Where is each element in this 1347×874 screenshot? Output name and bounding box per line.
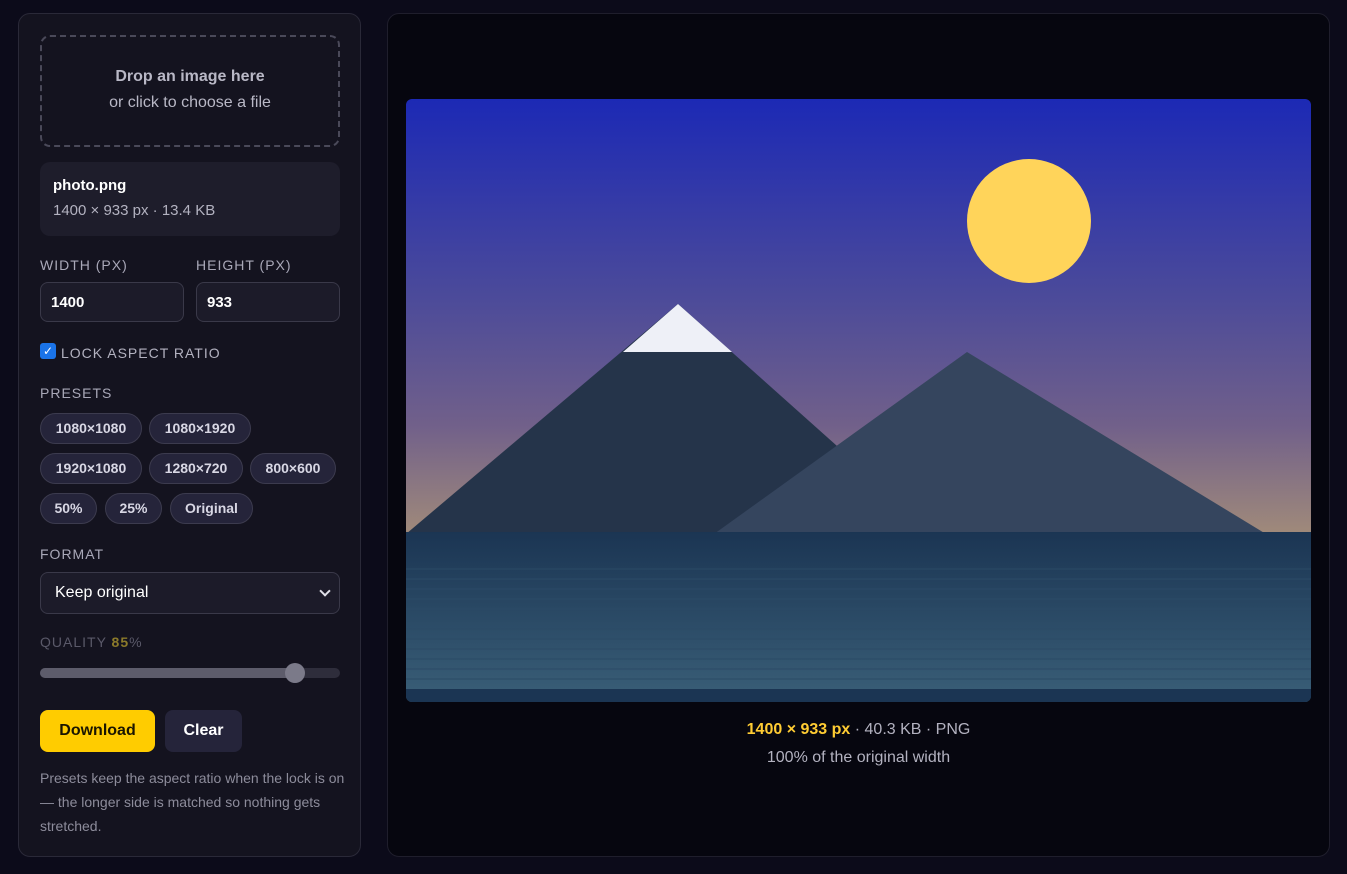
preview-image <box>406 99 1311 702</box>
file-meta: 1400 × 933 px · 13.4 KB <box>53 202 216 219</box>
lock-aspect-row[interactable]: ✓ LOCK ASPECT RATIO <box>40 341 221 361</box>
preset-1920x1080[interactable]: 1920×1080 <box>40 453 142 484</box>
preview-image-illustration <box>406 99 1311 702</box>
preset-original[interactable]: Original <box>170 493 253 524</box>
controls-panel: Drop an image here or click to choose a … <box>18 13 361 857</box>
quality-slider-fill <box>40 668 295 678</box>
quality-unit: % <box>129 634 143 650</box>
file-name: photo.png <box>53 177 127 194</box>
quality-value: 85 <box>111 634 130 650</box>
presets-label: PRESETS <box>40 385 113 401</box>
width-input[interactable] <box>40 282 184 322</box>
lock-aspect-label: LOCK ASPECT RATIO <box>61 345 221 361</box>
dropzone-title: Drop an image here <box>115 68 265 85</box>
lock-aspect-checkbox[interactable]: ✓ <box>40 343 56 359</box>
preset-25-percent[interactable]: 25% <box>105 493 162 524</box>
preset-800x600[interactable]: 800×600 <box>250 453 336 484</box>
file-info-card: photo.png 1400 × 933 px · 13.4 KB <box>40 162 340 236</box>
quality-label-text: QUALITY <box>40 634 107 650</box>
clear-button[interactable]: Clear <box>165 710 242 752</box>
height-input[interactable] <box>196 282 340 322</box>
format-selected-value: Keep original <box>55 584 149 601</box>
output-stats: 1400 × 933 px · 40.3 KB · PNG <box>388 721 1329 739</box>
preset-1080x1920[interactable]: 1080×1920 <box>149 413 251 444</box>
quality-slider-thumb[interactable] <box>285 663 305 683</box>
output-percent: 100% of the original width <box>766 749 951 766</box>
preset-1280x720[interactable]: 1280×720 <box>149 453 243 484</box>
output-dimensions: 1400 × 933 px <box>746 721 851 738</box>
preset-50-percent[interactable]: 50% <box>40 493 97 524</box>
width-label: WIDTH (PX) <box>40 257 128 273</box>
height-label: HEIGHT (PX) <box>196 257 292 273</box>
format-label: FORMAT <box>40 546 105 562</box>
quality-label: QUALITY 85% <box>40 634 143 650</box>
preset-1080x1080[interactable]: 1080×1080 <box>40 413 142 444</box>
chevron-down-icon <box>319 585 331 597</box>
output-details: · 40.3 KB · PNG <box>850 721 971 738</box>
format-select[interactable]: Keep original <box>40 572 340 614</box>
help-note: Presets keep the aspect ratio when the l… <box>40 770 345 834</box>
download-button[interactable]: Download <box>40 710 155 752</box>
dropzone-subtitle: or click to choose a file <box>109 94 271 111</box>
preview-panel: 1400 × 933 px · 40.3 KB · PNG 100% of th… <box>387 13 1330 857</box>
image-dropzone[interactable]: Drop an image here or click to choose a … <box>40 35 340 147</box>
quality-slider[interactable] <box>40 663 340 683</box>
